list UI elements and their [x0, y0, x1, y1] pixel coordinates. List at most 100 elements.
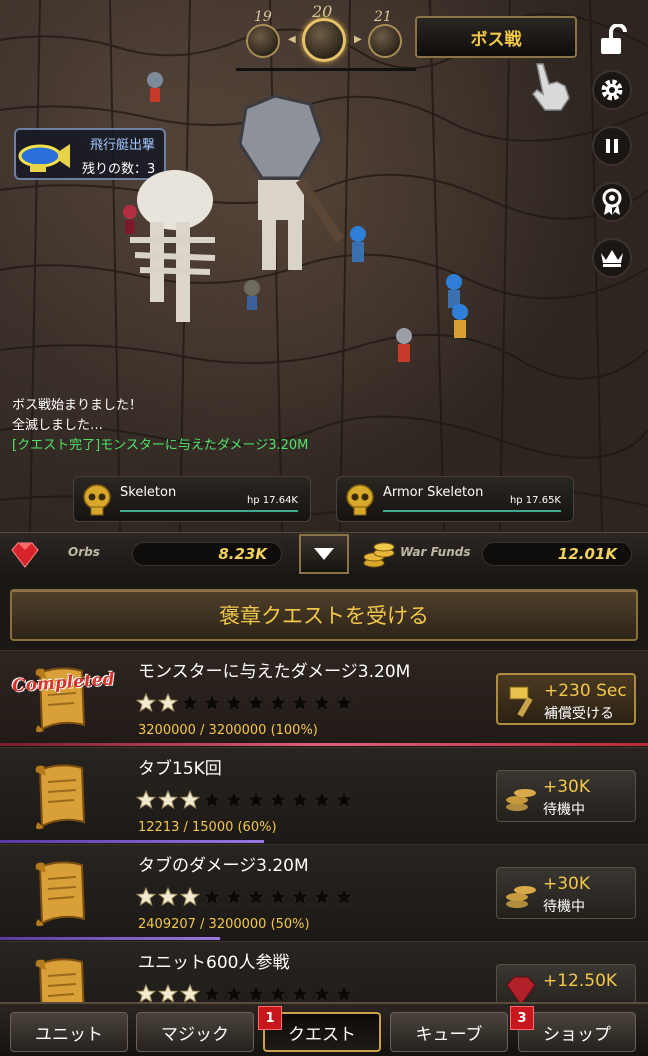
star-filled-icon: [158, 887, 178, 907]
star-empty-icon: [246, 693, 266, 713]
quest-progress-text: 2409207 / 3200000 (50%): [138, 917, 310, 932]
quest-row[interactable]: タブのダメージ3.20M 2409207 / 3200000 (50%) +30K 待…: [0, 844, 648, 940]
star-empty-icon: [224, 693, 244, 713]
battle-scene: [123, 72, 468, 362]
battle-log: ボス戦始まりました！ 全滅しました… [クエスト完了]モンスターに与えたダメージ…: [12, 396, 308, 456]
star-filled-icon: [136, 790, 156, 810]
armor-skeleton-sprite: [238, 94, 345, 270]
completed-stamp: Completed: [11, 669, 116, 697]
star-empty-icon: [202, 887, 222, 907]
battlefield[interactable]: 19 20 21 ◀ ▶ ボス戦 飛行艇出撃 残りの数：3 ボス戦始まりました！…: [0, 0, 648, 532]
reward-amount: +30K: [543, 777, 591, 797]
quest-row[interactable]: Completed モンスターに与えたダメージ3.20M 3200000 / 320…: [0, 650, 648, 746]
log-line: ボス戦始まりました！: [12, 398, 143, 413]
quest-row[interactable]: タブ15K回 12213 / 15000 (60%) +30K 待機中: [0, 747, 648, 843]
quest-scroll-icon: [35, 764, 86, 830]
reward-status: 待機中: [543, 899, 585, 915]
quest-progress-text: 12213 / 15000 (60%): [138, 820, 277, 835]
quest-title: タブのダメージ3.20M: [138, 856, 309, 876]
star-empty-icon: [268, 790, 288, 810]
log-line-quest-complete: [クエスト完了]モンスターに与えたダメージ3.20M: [12, 438, 309, 453]
star-filled-icon: [180, 887, 200, 907]
reward-status: 補償受ける: [544, 706, 614, 722]
star-empty-icon: [312, 887, 332, 907]
quest-progress-text: 3200000 / 3200000 (100%): [138, 723, 318, 738]
orbs-value: 8.23K: [132, 542, 282, 566]
star-empty-icon: [202, 984, 222, 1004]
enemy-card-skeleton[interactable]: Skeleton hp 17.64K: [73, 476, 311, 522]
quest-scroll-icon: [35, 861, 86, 927]
star-empty-icon: [290, 693, 310, 713]
war-funds-label: War Funds: [400, 545, 471, 559]
bottom-tab-bar: ユニット マジック クエスト キューブ ショップ 1 3: [0, 1002, 648, 1056]
star-empty-icon: [268, 693, 288, 713]
enemy-hp: hp 17.65K: [509, 495, 561, 506]
quest-difficulty-stars: [136, 693, 354, 715]
star-empty-icon: [334, 790, 354, 810]
claim-reward-button[interactable]: +30K 待機中: [496, 867, 636, 919]
log-line: 全滅しました…: [12, 418, 104, 433]
gold-skull-icon: [83, 484, 111, 516]
hammer-reward-icon: [509, 686, 533, 718]
star-empty-icon: [246, 887, 266, 907]
tab-shop[interactable]: ショップ: [518, 1012, 636, 1052]
star-empty-icon: [312, 790, 332, 810]
star-empty-icon: [246, 790, 266, 810]
reward-amount: +12.50K: [543, 971, 618, 991]
quest-notification-badge: 1: [258, 1006, 282, 1030]
shop-notification-badge: 3: [510, 1006, 534, 1030]
star-empty-icon: [290, 984, 310, 1004]
gold-coins-icon: [363, 542, 395, 568]
enemy-name: Skeleton: [120, 485, 177, 500]
star-empty-icon: [268, 984, 288, 1004]
tab-units[interactable]: ユニット: [10, 1012, 128, 1052]
reward-amount: +30K: [543, 874, 591, 894]
enemy-hp-bar: [120, 510, 298, 512]
enemy-hp: hp 17.64K: [246, 495, 298, 506]
quest-title: タブ15K回: [138, 759, 222, 779]
star-filled-icon: [158, 693, 178, 713]
claim-reward-button[interactable]: +30K 待機中: [496, 770, 636, 822]
skeleton-sprite: [130, 170, 216, 322]
claim-reward-button[interactable]: +230 Sec 補償受ける: [496, 673, 636, 725]
star-empty-icon: [334, 693, 354, 713]
accept-reward-quest-button[interactable]: 褒章クエストを受ける: [10, 589, 638, 641]
red-gem-icon: [11, 542, 39, 568]
star-filled-icon: [136, 693, 156, 713]
tab-magic[interactable]: マジック: [136, 1012, 254, 1052]
quest-progress-line: [0, 840, 264, 843]
quest-panel[interactable]: 褒章クエストを受ける Completed モンスターに与えたダメージ3.20M 32…: [0, 576, 648, 1037]
triangle-down-icon: [314, 548, 334, 560]
enemy-name: Armor Skeleton: [383, 485, 484, 500]
star-empty-icon: [246, 984, 266, 1004]
star-filled-icon: [180, 790, 200, 810]
reward-status: 待機中: [543, 802, 585, 818]
star-empty-icon: [224, 790, 244, 810]
star-empty-icon: [290, 887, 310, 907]
star-empty-icon: [202, 790, 222, 810]
star-empty-icon: [334, 984, 354, 1004]
star-empty-icon: [334, 887, 354, 907]
quest-difficulty-stars: [136, 887, 354, 909]
reward-amount: +230 Sec: [544, 681, 627, 701]
enemy-hp-bar: [383, 510, 561, 512]
coins-reward-icon: [506, 886, 536, 908]
tab-cube[interactable]: キューブ: [390, 1012, 508, 1052]
quest-title: モンスターに与えたダメージ3.20M: [138, 662, 411, 682]
star-filled-icon: [158, 790, 178, 810]
quest-progress-line: [0, 743, 648, 746]
collapse-panel-button[interactable]: [299, 534, 349, 574]
star-empty-icon: [224, 887, 244, 907]
star-empty-icon: [290, 790, 310, 810]
coins-reward-icon: [506, 789, 536, 811]
star-empty-icon: [224, 984, 244, 1004]
war-funds-value: 12.01K: [482, 542, 632, 566]
enemy-card-armor-skeleton[interactable]: Armor Skeleton hp 17.65K: [336, 476, 574, 522]
star-filled-icon: [158, 984, 178, 1004]
star-empty-icon: [312, 984, 332, 1004]
star-filled-icon: [136, 887, 156, 907]
star-empty-icon: [202, 693, 222, 713]
gold-skull-icon: [346, 484, 374, 516]
quest-difficulty-stars: [136, 790, 354, 812]
star-filled-icon: [180, 984, 200, 1004]
